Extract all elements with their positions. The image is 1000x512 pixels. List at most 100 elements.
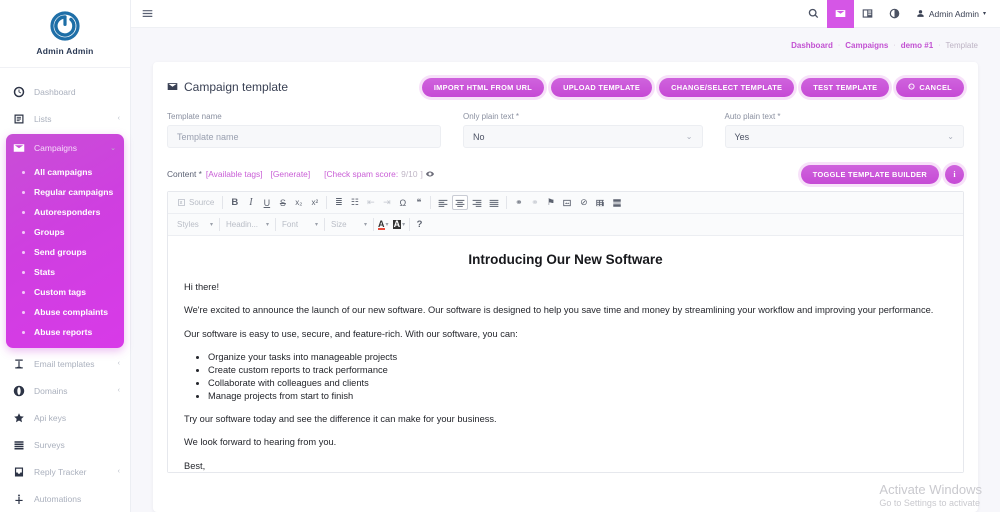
align-right-icon[interactable] <box>469 195 485 210</box>
subscript-icon[interactable]: x₂ <box>291 195 306 210</box>
toolbar-separator <box>219 218 220 231</box>
text-format-icon <box>12 357 25 370</box>
sidebar-item-abuse-reports[interactable]: Abuse reports <box>6 322 124 342</box>
sidebar-item-surveys[interactable]: Surveys <box>0 431 130 458</box>
auto-plain-text-select[interactable]: Yes ⌄ <box>724 125 964 148</box>
chevron-down-icon: ⌄ <box>947 132 954 141</box>
sidebar-item-label: Campaigns <box>34 142 77 153</box>
cancel-button[interactable]: CANCEL <box>896 77 964 97</box>
eye-icon[interactable] <box>425 169 434 179</box>
email-paragraph: We're excited to announce the launch of … <box>184 305 934 316</box>
toggle-template-builder-button[interactable]: TOGGLE TEMPLATE BUILDER <box>800 164 939 184</box>
breadcrumb-item-dashboard[interactable]: Dashboard <box>791 41 833 50</box>
sidebar-item-groups[interactable]: Groups <box>6 222 124 242</box>
align-left-icon[interactable] <box>435 195 451 210</box>
special-character-icon[interactable]: Ω <box>395 195 410 210</box>
sidebar-item-send-groups[interactable]: Send groups <box>6 242 124 262</box>
test-template-button[interactable]: TEST TEMPLATE <box>801 77 890 97</box>
toolbar-separator <box>222 196 224 209</box>
unlink-icon[interactable]: ⚭ <box>527 195 542 210</box>
sidebar-subitem-label: Regular campaigns <box>34 187 114 197</box>
link-icon[interactable]: ⚭ <box>511 195 526 210</box>
font-dropdown[interactable]: Font ▾ <box>278 217 322 232</box>
sidebar-item-campaigns[interactable]: Campaigns ⌄ <box>6 134 124 161</box>
only-plain-text-select[interactable]: No ⌄ <box>463 125 703 148</box>
toolbar-separator <box>324 218 326 231</box>
sidebar-item-stats[interactable]: Stats <box>6 262 124 282</box>
image-icon[interactable] <box>559 195 575 210</box>
editor-toolbar-row-1: Source B I U S x₂ x² ≣ ☷ ⇤ ⇥ Ω ❝ ⚭ ⚭ ⚑ ⊘ <box>168 192 963 214</box>
source-button[interactable]: Source <box>173 198 218 207</box>
email-signoff: Best, <box>184 460 206 471</box>
rich-text-editor: Source B I U S x₂ x² ≣ ☷ ⇤ ⇥ Ω ❝ ⚭ ⚭ ⚑ ⊘… <box>167 191 964 473</box>
sidebar-item-autoresponders[interactable]: Autoresponders <box>6 202 124 222</box>
info-icon[interactable]: i <box>945 164 964 184</box>
sidebar-item-domains[interactable]: Domains ‹ <box>0 377 130 404</box>
field-label: Only plain text * <box>463 112 520 121</box>
change-select-template-button[interactable]: CHANGE/SELECT TEMPLATE <box>659 77 795 97</box>
blockquote-icon[interactable]: ❝ <box>411 195 426 210</box>
bulleted-list-icon[interactable]: ☷ <box>347 195 362 210</box>
table-icon[interactable] <box>592 195 608 210</box>
strikethrough-icon[interactable]: S <box>275 195 290 210</box>
breadcrumb-item-campaigns[interactable]: Campaigns <box>845 41 888 50</box>
page-break-icon[interactable] <box>609 195 625 210</box>
toolbar-separator <box>409 218 411 231</box>
sidebar-item-all-campaigns[interactable]: All campaigns <box>6 162 124 182</box>
sidebar-subitem-label: Abuse reports <box>34 327 93 337</box>
align-center-icon[interactable] <box>452 195 469 210</box>
sidebar-item-custom-tags[interactable]: Custom tags <box>6 282 124 302</box>
remove-format-icon[interactable]: ⊘ <box>576 195 591 210</box>
template-name-input[interactable]: Template name <box>167 125 441 148</box>
topbar: Admin Admin ▾ <box>131 0 1000 28</box>
chevron-down-icon: ▾ <box>209 222 213 228</box>
news-icon[interactable] <box>854 0 881 28</box>
upload-template-button[interactable]: UPLOAD TEMPLATE <box>551 77 653 97</box>
size-dropdown[interactable]: Size ▾ <box>327 217 371 232</box>
italic-icon[interactable]: I <box>243 195 258 210</box>
superscript-icon[interactable]: x² <box>307 195 322 210</box>
import-html-from-url-button[interactable]: IMPORT HTML FROM URL <box>421 77 545 97</box>
sidebar-item-dashboard[interactable]: Dashboard <box>0 78 130 105</box>
increase-indent-icon[interactable]: ⇥ <box>379 195 394 210</box>
sidebar-item-regular-campaigns[interactable]: Regular campaigns <box>6 182 124 202</box>
spam-score[interactable]: [Check spam score: 9/10 ] <box>324 169 434 179</box>
numbered-list-icon[interactable]: ≣ <box>331 195 346 210</box>
sidebar-item-automations[interactable]: Automations <box>0 485 130 512</box>
messages-envelope-icon[interactable] <box>826 0 854 28</box>
brand[interactable]: Admin Admin <box>0 0 130 68</box>
format-dropdown[interactable]: Headin... ▾ <box>222 217 273 232</box>
styles-dropdown[interactable]: Styles ▾ <box>173 217 217 232</box>
hamburger-icon[interactable] <box>139 6 155 22</box>
anchor-flag-icon[interactable]: ⚑ <box>543 195 558 210</box>
sidebar-item-email-templates[interactable]: Email templates ‹ <box>0 350 130 377</box>
contrast-icon[interactable] <box>881 0 908 28</box>
sidebar-item-reply-tracker[interactable]: Reply Tracker ‹ <box>0 458 130 485</box>
breadcrumb-item-demo[interactable]: demo #1 <box>901 41 933 50</box>
background-color-icon[interactable]: A ▾ <box>391 220 408 229</box>
available-tags-link[interactable]: [Available tags] <box>206 169 263 179</box>
search-icon[interactable] <box>800 0 827 28</box>
styles-label: Styles <box>177 220 199 229</box>
justify-icon[interactable] <box>486 195 502 210</box>
list-box-icon <box>12 112 25 125</box>
sidebar-item-abuse-complaints[interactable]: Abuse complaints <box>6 302 124 322</box>
help-icon[interactable]: ? <box>412 217 427 232</box>
email-body-content[interactable]: Introducing Our New Software Hi there! W… <box>168 236 963 472</box>
inbox-icon <box>12 465 25 478</box>
generate-link[interactable]: [Generate] <box>271 169 311 179</box>
content-actions: TOGGLE TEMPLATE BUILDER i <box>800 164 964 184</box>
bold-icon[interactable]: B <box>227 195 242 210</box>
sidebar-item-lists[interactable]: Lists ‹ <box>0 105 130 132</box>
chevron-down-icon: ▾ <box>385 222 389 228</box>
breadcrumb-bar: Dashboard · Campaigns · demo #1 · Templa… <box>131 28 1000 62</box>
bullet-icon <box>22 190 25 194</box>
underline-icon[interactable]: U <box>259 195 274 210</box>
sidebar-item-api-keys[interactable]: Api keys <box>0 404 130 431</box>
decrease-indent-icon[interactable]: ⇤ <box>363 195 378 210</box>
email-paragraph: Try our software today and see the diffe… <box>184 413 497 424</box>
text-color-icon[interactable]: A ▾ <box>376 219 391 230</box>
sidebar-subitem-label: Custom tags <box>34 287 87 297</box>
field-template-name: Template name Template name <box>167 112 441 148</box>
user-menu[interactable]: Admin Admin ▾ <box>908 9 990 19</box>
